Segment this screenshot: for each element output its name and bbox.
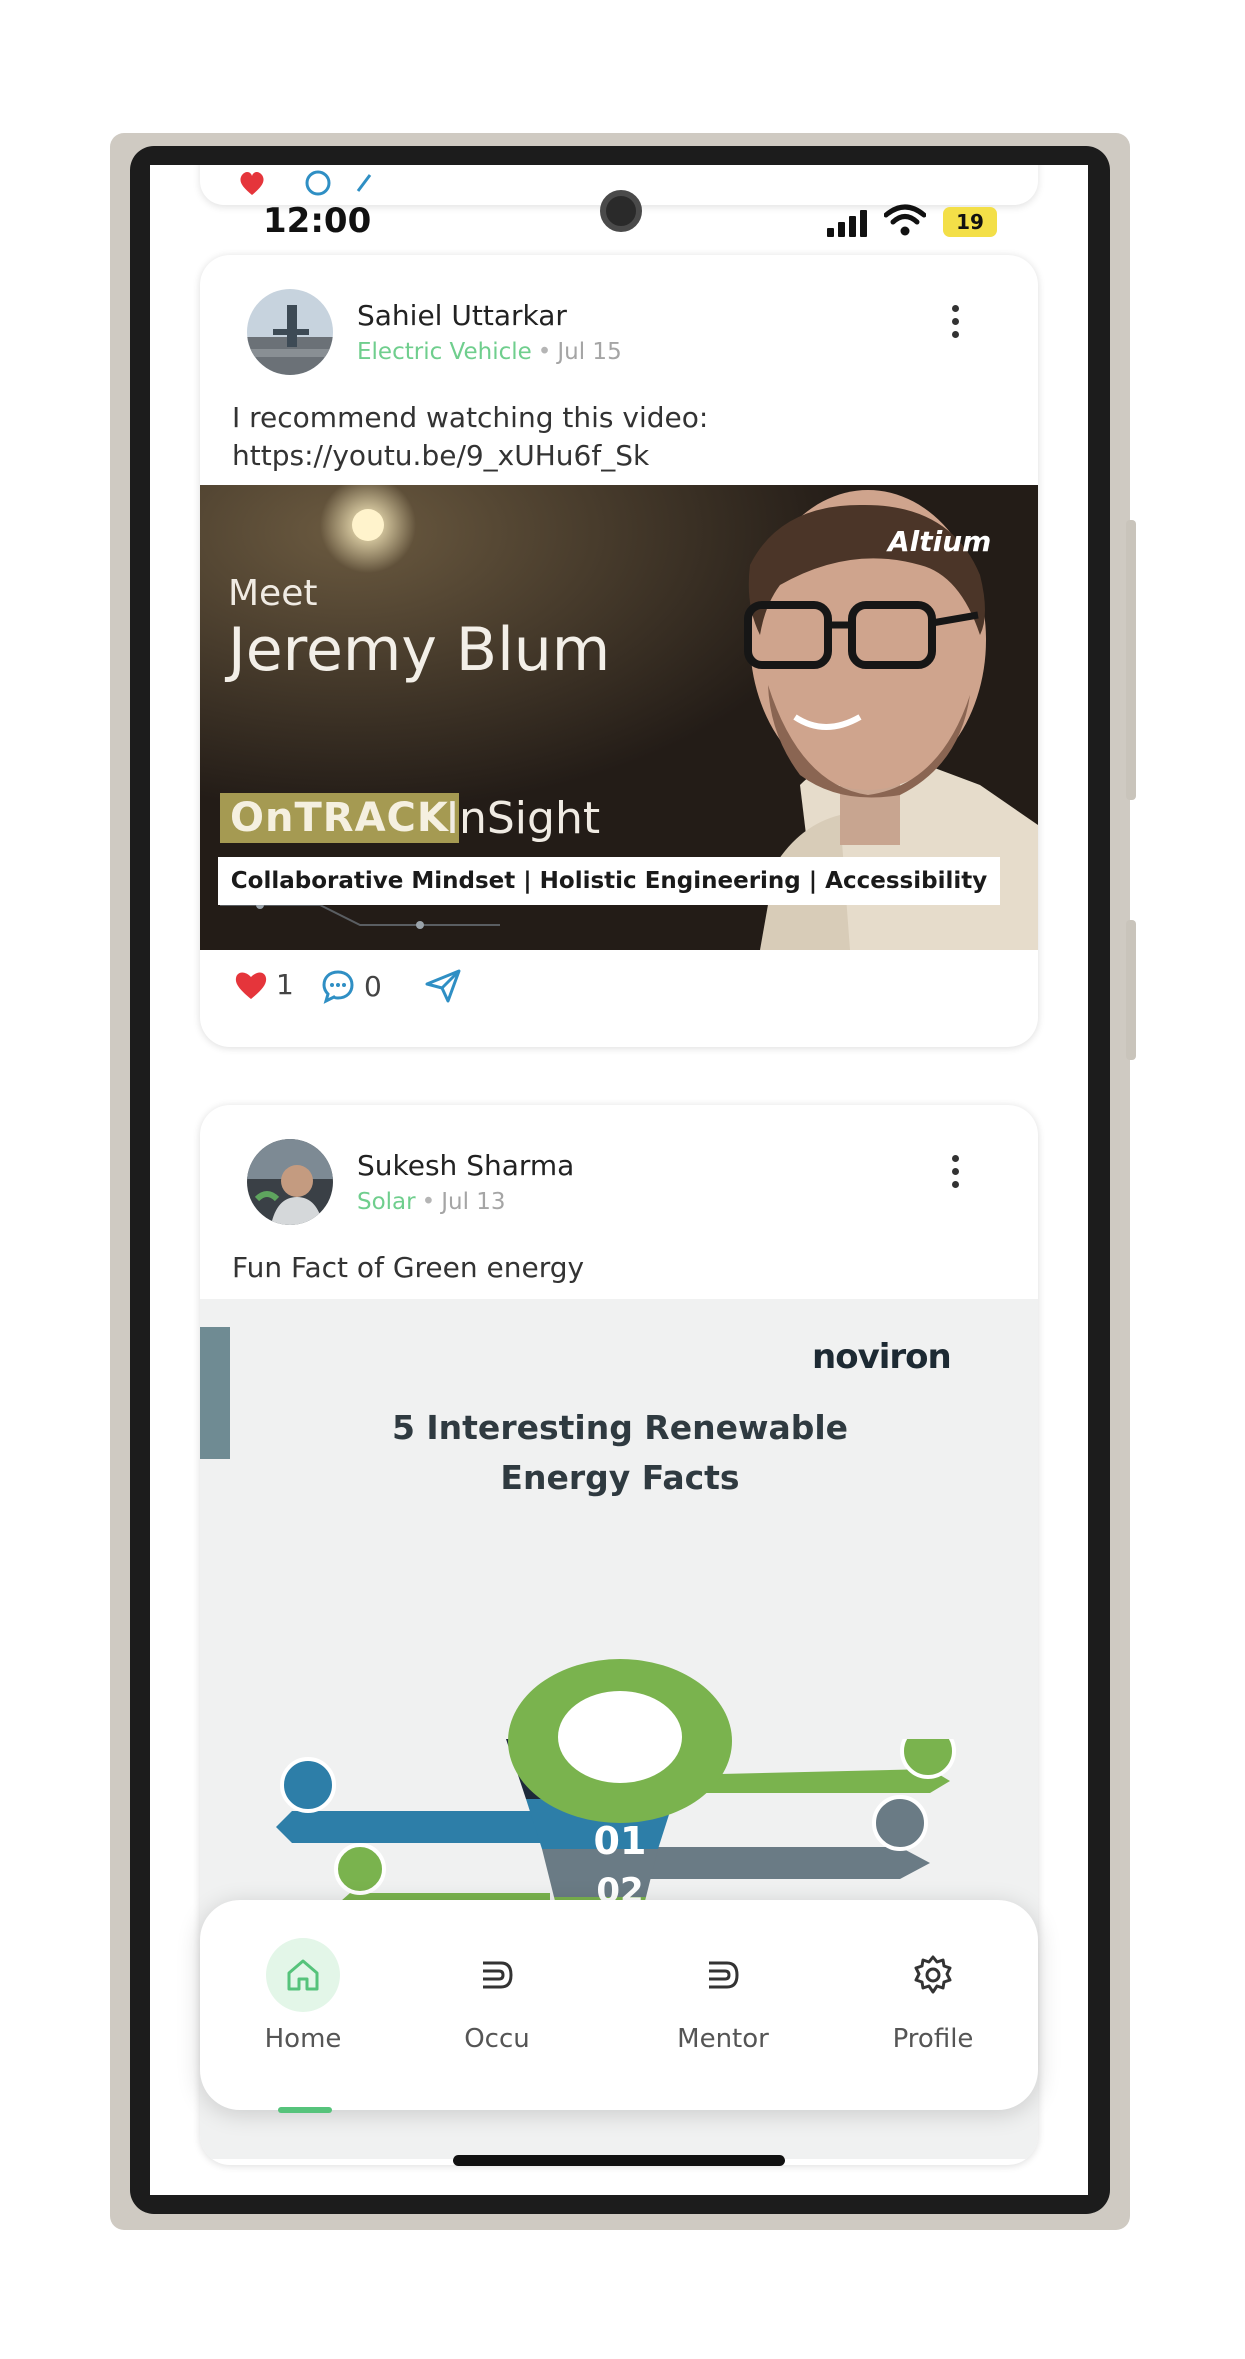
power-button	[1126, 520, 1136, 800]
bottom-nav: Home Occu Mentor Profile	[200, 1900, 1038, 2110]
post-header: Sukesh Sharma Solar • Jul 13	[200, 1105, 1038, 1235]
post-category: Solar	[357, 1189, 416, 1215]
nav-profile[interactable]: Profile	[873, 1938, 993, 2054]
meta-separator: •	[421, 1189, 436, 1215]
volume-button	[1126, 920, 1136, 1060]
tagline: Collaborative Mindset | Holistic Enginee…	[230, 868, 988, 894]
like-count: 1	[276, 968, 294, 1001]
post-author[interactable]: Sahiel Uttarkar	[357, 299, 567, 332]
post-actions: 1 0	[200, 950, 1038, 1022]
battery-level: 19	[956, 210, 984, 234]
heart-icon	[235, 972, 267, 999]
share-button[interactable]	[424, 968, 462, 1004]
like-button[interactable]: 1	[234, 968, 294, 1001]
front-camera	[600, 190, 642, 232]
nav-mentor[interactable]: Mentor	[663, 1938, 783, 2054]
tagline-bar: Collaborative Mindset | Holistic Enginee…	[218, 857, 1000, 905]
status-time: 12:00	[263, 201, 372, 241]
brand-logo: noviron	[812, 1337, 952, 1377]
post-meta: Solar • Jul 13	[357, 1189, 506, 1215]
thumbnail-name: Jeremy Blum	[228, 615, 611, 685]
screen: 12:00 19 Sahiel Uttarkar Electric Vehicl…	[150, 165, 1088, 2195]
battery-indicator: 19	[943, 207, 997, 237]
avatar[interactable]	[247, 1139, 333, 1225]
post-date: Jul 13	[441, 1189, 506, 1215]
post-text: I recommend watching this video: https:/…	[232, 401, 709, 472]
ontrack-label: OnTRACK	[230, 795, 449, 841]
more-options-icon[interactable]	[952, 1155, 962, 1188]
nav-label-occupation: Occu	[464, 2024, 530, 2054]
nav-label-profile: Profile	[892, 2024, 974, 2054]
active-tab-indicator	[278, 2107, 332, 2113]
gear-icon	[896, 1938, 970, 2012]
home-icon	[266, 1938, 340, 2012]
comment-button[interactable]: 0	[320, 968, 382, 1004]
ontrack-badge: OnTRACK	[220, 793, 459, 843]
nav-label-home: Home	[264, 2024, 342, 2054]
post-author[interactable]: Sukesh Sharma	[357, 1149, 574, 1182]
signal-icon	[827, 209, 867, 237]
comment-count: 0	[364, 969, 382, 1003]
home-indicator[interactable]	[453, 2155, 785, 2166]
nav-home[interactable]: Home	[243, 1938, 363, 2054]
infographic-step: 01	[593, 1819, 647, 1863]
image-accent-bar	[200, 1327, 230, 1459]
post-date: Jul 15	[557, 339, 622, 365]
post-header: Sahiel Uttarkar Electric Vehicle • Jul 15	[200, 255, 1038, 385]
journey-icon	[686, 1938, 760, 2012]
nav-label-mentor: Mentor	[677, 2024, 769, 2054]
meta-separator: •	[537, 339, 552, 365]
post-category: Electric Vehicle	[357, 339, 532, 365]
post-meta: Electric Vehicle • Jul 15	[357, 339, 622, 365]
comment-icon	[322, 970, 354, 1004]
wifi-icon	[884, 204, 926, 236]
infographic-title: 5 Interesting Renewable Energy Facts	[391, 1408, 849, 1497]
post-text: Fun Fact of Green energy	[232, 1251, 585, 1284]
nav-occupation[interactable]: Occu	[453, 1938, 541, 2054]
more-options-icon[interactable]	[952, 305, 962, 338]
post-image[interactable]: Altium Meet Jeremy Blum OnTRACK InSight …	[200, 485, 1038, 950]
insight-label: InSight	[446, 793, 601, 844]
brand-logo: Altium	[888, 525, 992, 558]
journey-icon	[460, 1938, 534, 2012]
send-icon	[425, 969, 461, 1003]
avatar[interactable]	[247, 289, 333, 375]
post-card[interactable]: Sahiel Uttarkar Electric Vehicle • Jul 15 …	[200, 255, 1038, 1047]
thumbnail-meet: Meet	[228, 573, 318, 614]
